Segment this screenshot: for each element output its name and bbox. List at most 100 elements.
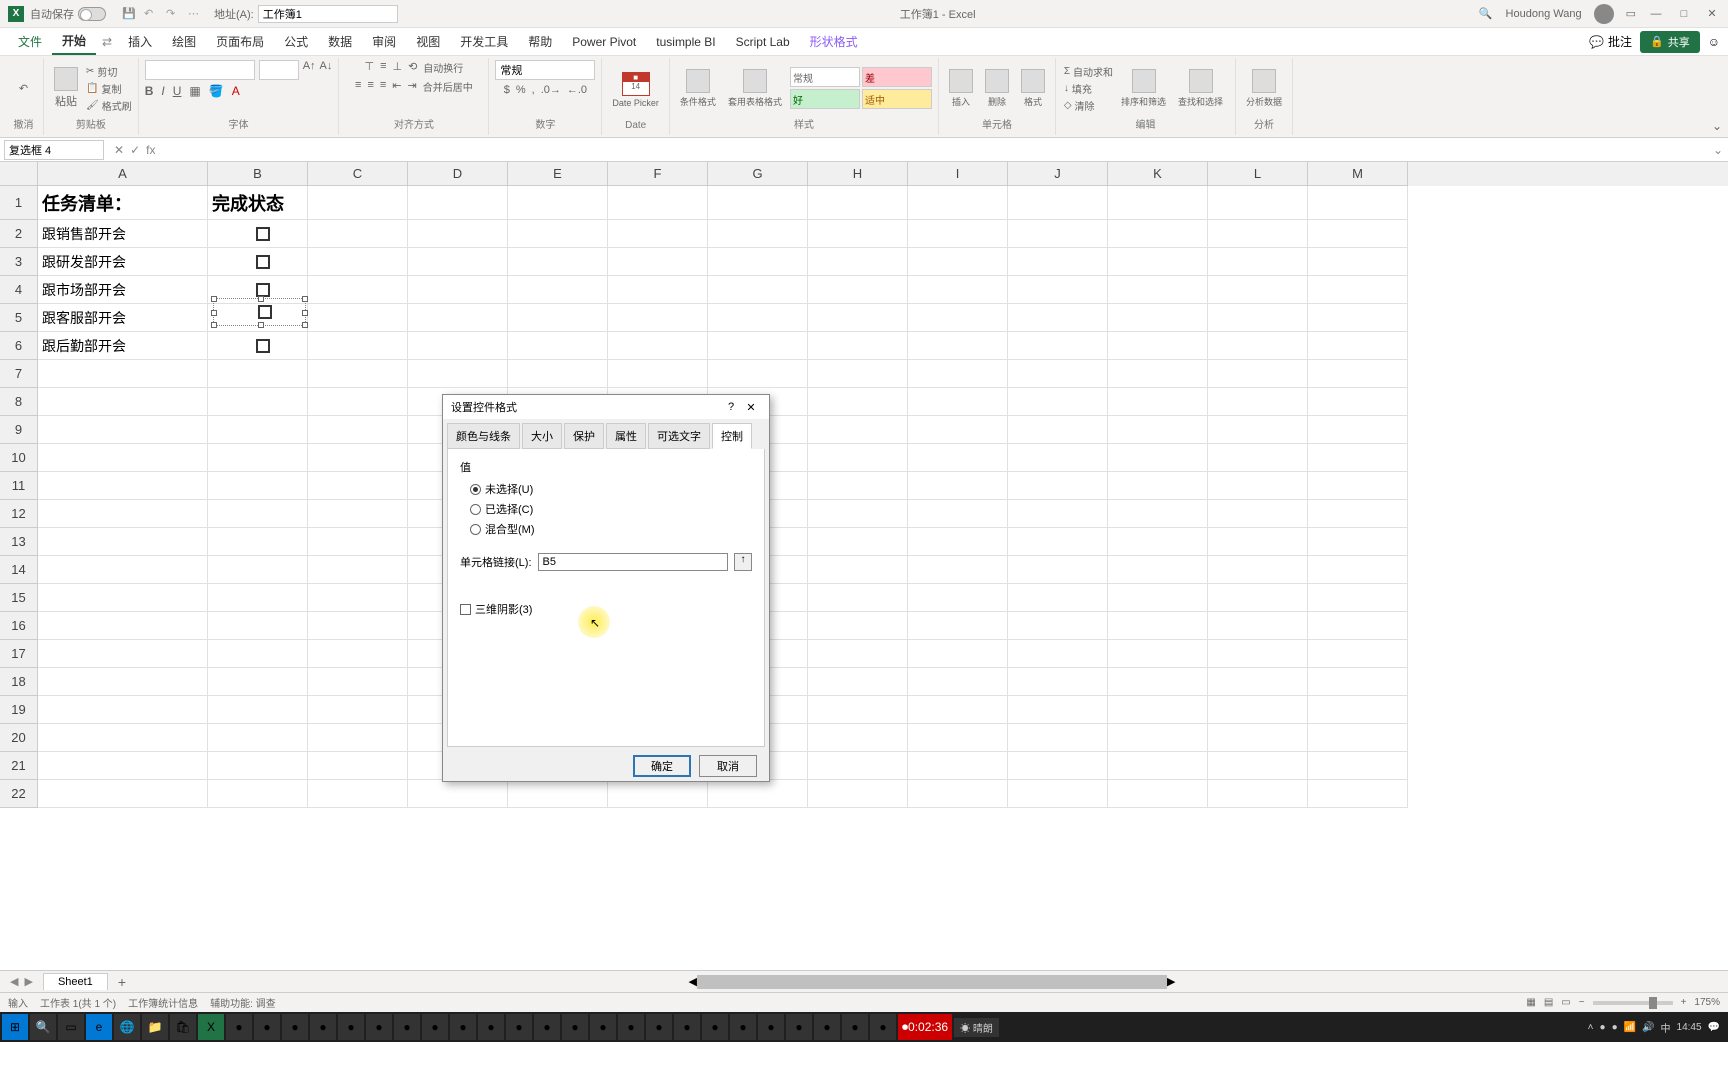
radio-mixed[interactable]: 混合型(M) — [470, 521, 752, 537]
dialog-help-icon[interactable]: ? — [721, 401, 741, 413]
range-selector-button[interactable]: ↑ — [734, 553, 752, 571]
undo-button[interactable]: ↶ — [15, 80, 32, 97]
cell[interactable]: 任务清单： — [38, 186, 208, 220]
cell[interactable] — [308, 472, 408, 500]
ribbon-mode-icon[interactable]: ▭ — [1626, 7, 1636, 20]
cell[interactable] — [708, 360, 808, 388]
maximize-icon[interactable]: □ — [1676, 6, 1692, 22]
cell[interactable] — [608, 248, 708, 276]
align-left-icon[interactable]: ≡ — [355, 79, 361, 94]
cell[interactable] — [208, 696, 308, 724]
tb-app[interactable]: ● — [422, 1014, 448, 1040]
formula-input[interactable] — [161, 140, 1708, 160]
spreadsheet-grid[interactable]: ABCDEFGHIJKLM 12345678910111213141516171… — [0, 162, 1728, 970]
add-sheet-button[interactable]: + — [108, 974, 136, 990]
minimize-icon[interactable]: — — [1648, 6, 1664, 22]
find-select-button[interactable]: 查找和选择 — [1174, 67, 1227, 110]
cell[interactable] — [38, 640, 208, 668]
cell[interactable] — [1308, 304, 1408, 332]
tray-clock[interactable]: 14:45 — [1677, 1022, 1702, 1033]
cell[interactable] — [808, 724, 908, 752]
cell[interactable] — [808, 612, 908, 640]
cell[interactable] — [908, 416, 1008, 444]
cell[interactable] — [808, 332, 908, 360]
cell[interactable] — [1208, 472, 1308, 500]
dtab-protection[interactable]: 保护 — [564, 423, 604, 449]
cell[interactable] — [208, 220, 308, 248]
cell[interactable] — [1208, 220, 1308, 248]
cell[interactable] — [1008, 186, 1108, 220]
tb-recorder[interactable]: ⏺ 0:02:36 — [898, 1014, 952, 1040]
tb-app[interactable]: ● — [674, 1014, 700, 1040]
cell[interactable] — [808, 500, 908, 528]
cell[interactable] — [1108, 528, 1208, 556]
column-header[interactable]: C — [308, 162, 408, 186]
cell[interactable] — [1208, 556, 1308, 584]
cell[interactable] — [308, 248, 408, 276]
tab-insert[interactable]: 插入 — [118, 28, 162, 55]
cell[interactable] — [308, 612, 408, 640]
tray-icon[interactable]: ● — [1600, 1022, 1606, 1033]
align-bottom-icon[interactable]: ⊥ — [392, 60, 402, 75]
cell[interactable] — [38, 360, 208, 388]
cell[interactable] — [1308, 724, 1408, 752]
cell[interactable] — [1108, 724, 1208, 752]
tb-app[interactable]: ● — [366, 1014, 392, 1040]
cell[interactable] — [308, 668, 408, 696]
touch-mode-icon[interactable]: ⇄ — [96, 35, 118, 49]
indent-dec-icon[interactable]: ⇤ — [392, 79, 401, 94]
cell[interactable]: 跟客服部开会 — [38, 304, 208, 332]
cell[interactable] — [1008, 444, 1108, 472]
cell[interactable] — [1008, 752, 1108, 780]
cell[interactable] — [38, 444, 208, 472]
cell[interactable] — [1208, 416, 1308, 444]
sheet-prev-icon[interactable]: ◀ — [10, 975, 18, 988]
qat-redo-icon[interactable]: ↷ — [166, 7, 180, 21]
tb-app[interactable]: ● — [618, 1014, 644, 1040]
align-right-icon[interactable]: ≡ — [380, 79, 386, 94]
format-cell-button[interactable]: 格式 — [1017, 67, 1049, 110]
cell[interactable] — [38, 752, 208, 780]
cell[interactable] — [408, 304, 508, 332]
cell[interactable] — [1108, 612, 1208, 640]
cell[interactable] — [908, 444, 1008, 472]
enter-formula-icon[interactable]: ✓ — [130, 143, 140, 157]
dtab-size[interactable]: 大小 — [522, 423, 562, 449]
cell[interactable] — [808, 584, 908, 612]
cell[interactable] — [1308, 640, 1408, 668]
cancel-formula-icon[interactable]: ✕ — [114, 143, 124, 157]
orientation-icon[interactable]: ⟲ — [408, 60, 417, 75]
zoom-level[interactable]: 175% — [1694, 997, 1720, 1008]
cell[interactable] — [208, 668, 308, 696]
wrap-text-button[interactable]: 自动换行 — [423, 60, 463, 75]
tb-app[interactable]: ● — [310, 1014, 336, 1040]
cell[interactable] — [308, 304, 408, 332]
select-all-button[interactable] — [0, 162, 38, 186]
copy-button[interactable]: 📋复制 — [86, 81, 132, 96]
cell[interactable] — [808, 668, 908, 696]
row-header[interactable]: 11 — [0, 472, 38, 500]
tb-store[interactable]: 🛍 — [170, 1014, 196, 1040]
zoom-out-icon[interactable]: − — [1579, 997, 1585, 1008]
share-button[interactable]: 🔒共享 — [1640, 31, 1700, 53]
tab-draw[interactable]: 绘图 — [162, 28, 206, 55]
cell[interactable] — [208, 640, 308, 668]
qat-undo-icon[interactable]: ↶ — [144, 7, 158, 21]
row-header[interactable]: 15 — [0, 584, 38, 612]
column-header[interactable]: M — [1308, 162, 1408, 186]
qat-save-icon[interactable]: 💾 — [122, 7, 136, 21]
tray-wifi-icon[interactable]: 📶 — [1624, 1022, 1636, 1033]
cell[interactable] — [308, 360, 408, 388]
cell[interactable] — [908, 472, 1008, 500]
task-view[interactable]: ▭ — [58, 1014, 84, 1040]
workbook-stats[interactable]: 工作簿统计信息 — [128, 995, 198, 1010]
cell[interactable] — [608, 276, 708, 304]
cell[interactable] — [1108, 388, 1208, 416]
tb-app[interactable]: ● — [730, 1014, 756, 1040]
column-header[interactable]: J — [1008, 162, 1108, 186]
cell[interactable] — [908, 186, 1008, 220]
cell[interactable] — [1308, 668, 1408, 696]
dtab-alt-text[interactable]: 可选文字 — [648, 423, 710, 449]
cell[interactable] — [408, 186, 508, 220]
cell[interactable] — [308, 528, 408, 556]
